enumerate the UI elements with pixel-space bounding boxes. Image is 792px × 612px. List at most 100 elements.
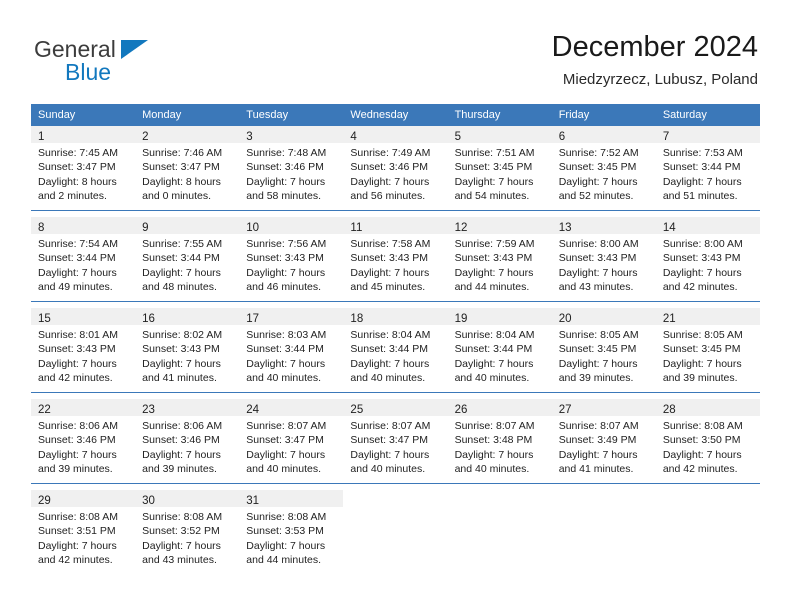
daylight-text-line1: Daylight: 7 hours [350,448,430,461]
sunset-text: Sunset: 3:47 PM [142,161,220,174]
calendar-day-cell[interactable]: 29 Sunrise: 8:08 AM Sunset: 3:51 PM Dayligh… [31,490,136,574]
daylight-text-line2: and 42 minutes. [662,462,738,475]
daylight-text-line2: and 40 minutes. [350,462,426,475]
calendar-day-cell[interactable]: 2 Sunrise: 7:46 AM Sunset: 3:47 PM Daylight… [135,126,240,211]
day-number: 14 [662,222,676,234]
calendar-day-cell[interactable]: 13 Sunrise: 8:00 AM Sunset: 3:43 PM Dayligh… [551,217,656,302]
daylight-text-line2: and 54 minutes. [454,189,530,202]
daylight-text-line2: and 39 minutes. [142,462,217,475]
calendar-day-cell[interactable]: 9 Sunrise: 7:55 AM Sunset: 3:44 PM Daylight… [135,217,240,302]
calendar-day-cell[interactable]: 19 Sunrise: 8:04 AM Sunset: 3:44 PM Dayligh… [447,308,552,393]
daylight-text-line1: Daylight: 7 hours [454,357,534,370]
calendar-day-cell[interactable]: 26 Sunrise: 8:07 AM Sunset: 3:48 PM Dayligh… [447,399,552,484]
calendar-body: 1 Sunrise: 7:45 AM Sunset: 3:47 PM Daylight… [31,126,760,574]
daylight-text-line1: Daylight: 7 hours [246,539,326,552]
calendar-day-cell[interactable]: 5 Sunrise: 7:51 AM Sunset: 3:45 PM Daylight… [447,126,552,211]
daylight-text-line2: and 41 minutes. [558,462,634,475]
sunset-text: Sunset: 3:44 PM [350,343,429,356]
calendar-day-cell[interactable]: 3 Sunrise: 7:48 AM Sunset: 3:46 PM Daylight… [239,126,344,211]
daylight-text-line1: Daylight: 7 hours [662,448,742,461]
daylight-text-line2: and 40 minutes. [246,371,321,384]
calendar-day-cell[interactable]: 15 Sunrise: 8:01 AM Sunset: 3:43 PM Dayligh… [31,308,136,393]
sunrise-text: Sunrise: 8:07 AM [558,420,639,432]
calendar-day-cell[interactable]: 25 Sunrise: 8:07 AM Sunset: 3:47 PM Dayligh… [343,399,448,484]
sunset-text: Sunset: 3:46 PM [38,434,116,447]
daylight-text-line1: Daylight: 7 hours [454,448,534,461]
daylight-text-line2: and 48 minutes. [142,280,217,293]
day-number: 15 [38,313,51,325]
calendar-day-cell[interactable]: 17 Sunrise: 8:03 AM Sunset: 3:44 PM Dayligh… [239,308,344,393]
sunset-text: Sunset: 3:53 PM [246,525,324,538]
page-title: December 2024 [551,31,758,63]
calendar-day-cell[interactable]: 12 Sunrise: 7:59 AM Sunset: 3:43 PM Dayligh… [447,217,552,302]
calendar-day-cell[interactable]: 18 Sunrise: 8:04 AM Sunset: 3:44 PM Dayligh… [343,308,448,393]
daylight-text-line2: and 43 minutes. [558,280,634,293]
calendar-day-cell[interactable]: 4 Sunrise: 7:49 AM Sunset: 3:46 PM Daylight… [343,126,448,211]
calendar-day-cell[interactable]: 8 Sunrise: 7:54 AM Sunset: 3:44 PM Daylight… [31,217,136,302]
calendar-day-cell[interactable]: 11 Sunrise: 7:58 AM Sunset: 3:43 PM Dayligh… [343,217,448,302]
daylight-text-line1: Daylight: 7 hours [38,539,117,552]
calendar-day-cell[interactable]: 22 Sunrise: 8:06 AM Sunset: 3:46 PM Dayligh… [31,399,136,484]
daylight-text-line2: and 56 minutes. [350,189,426,202]
calendar-day-cell[interactable]: 30 Sunrise: 8:08 AM Sunset: 3:52 PM Dayligh… [135,490,240,574]
sunrise-text: Sunrise: 7:59 AM [454,238,535,250]
sunset-text: Sunset: 3:43 PM [454,252,533,265]
daylight-text-line2: and 42 minutes. [662,280,738,293]
calendar-day-cell[interactable]: 16 Sunrise: 8:02 AM Sunset: 3:43 PM Dayligh… [135,308,240,393]
daylight-text-line1: Daylight: 7 hours [662,175,742,188]
daylight-text-line2: and 43 minutes. [142,553,217,566]
calendar-day-cell[interactable]: 31 Sunrise: 8:08 AM Sunset: 3:53 PM Dayligh… [239,490,344,574]
calendar-day-cell-empty [656,490,760,574]
day-number: 7 [662,131,670,143]
calendar-day-cell[interactable]: 20 Sunrise: 8:05 AM Sunset: 3:45 PM Dayligh… [551,308,656,393]
calendar-day-cell[interactable]: 6 Sunrise: 7:52 AM Sunset: 3:45 PM Daylight… [551,126,656,211]
day-number: 22 [38,404,51,416]
daylight-text-line1: Daylight: 7 hours [142,266,221,279]
title-block: December 2024 Miedzyrzecz, Lubusz, Polan… [552,30,758,90]
sunrise-text: Sunrise: 8:02 AM [142,329,223,341]
calendar-day-cell-empty [448,490,552,574]
daylight-text-line1: Daylight: 7 hours [38,448,117,461]
sunset-text: Sunset: 3:45 PM [558,343,637,356]
daylight-text-line1: Daylight: 7 hours [350,357,430,370]
sunset-text: Sunset: 3:47 PM [350,434,429,447]
daylight-text-line2: and 39 minutes. [38,462,113,475]
daylight-text-line1: Daylight: 7 hours [454,175,534,188]
day-number: 25 [350,404,364,416]
weekday-header-monday: Monday [135,104,240,126]
sunset-text: Sunset: 3:43 PM [38,343,116,356]
calendar-day-cell[interactable]: 21 Sunrise: 8:05 AM Sunset: 3:45 PM Dayligh… [655,308,760,393]
sunrise-text: Sunrise: 7:48 AM [246,147,327,159]
daylight-text-line2: and 39 minutes. [558,371,634,384]
calendar-day-cell[interactable]: 28 Sunrise: 8:08 AM Sunset: 3:50 PM Dayligh… [655,399,760,484]
daylight-text-line2: and 42 minutes. [38,371,113,384]
calendar-day-cell[interactable]: 10 Sunrise: 7:56 AM Sunset: 3:43 PM Dayligh… [239,217,344,302]
day-number: 28 [662,404,676,416]
calendar-day-cell[interactable]: 23 Sunrise: 8:06 AM Sunset: 3:46 PM Dayligh… [135,399,240,484]
daylight-text-line2: and 40 minutes. [350,371,426,384]
daylight-text-line1: Daylight: 7 hours [246,175,326,188]
daylight-text-line2: and 40 minutes. [246,462,321,475]
sunset-text: Sunset: 3:49 PM [558,434,637,447]
daylight-text-line2: and 2 minutes. [38,189,107,202]
calendar-day-cell[interactable]: 24 Sunrise: 8:07 AM Sunset: 3:47 PM Dayligh… [239,399,344,484]
daylight-text-line2: and 51 minutes. [662,189,738,202]
sunrise-text: Sunrise: 8:07 AM [350,420,431,432]
sunset-text: Sunset: 3:46 PM [142,434,220,447]
sunrise-text: Sunrise: 8:04 AM [350,329,431,341]
calendar-day-cell[interactable]: 1 Sunrise: 7:45 AM Sunset: 3:47 PM Daylight… [31,126,136,211]
day-number: 4 [350,131,357,143]
sunrise-text: Sunrise: 7:55 AM [142,238,223,250]
calendar-day-cell[interactable]: 27 Sunrise: 8:07 AM Sunset: 3:49 PM Dayligh… [551,399,656,484]
sunset-text: Sunset: 3:45 PM [558,161,637,174]
sunrise-text: Sunrise: 8:06 AM [38,420,118,432]
calendar-day-cell[interactable]: 7 Sunrise: 7:53 AM Sunset: 3:44 PM Daylight… [655,126,760,211]
general-blue-logo[interactable]: General Blue [34,36,264,86]
day-number: 26 [454,404,468,416]
calendar-day-cell[interactable]: 14 Sunrise: 8:00 AM Sunset: 3:43 PM Dayligh… [655,217,760,302]
sunrise-text: Sunrise: 8:03 AM [246,329,327,341]
daylight-text-line1: Daylight: 7 hours [350,266,430,279]
day-number: 20 [558,313,572,325]
daylight-text-line2: and 40 minutes. [454,371,530,384]
sunrise-text: Sunrise: 8:07 AM [246,420,327,432]
